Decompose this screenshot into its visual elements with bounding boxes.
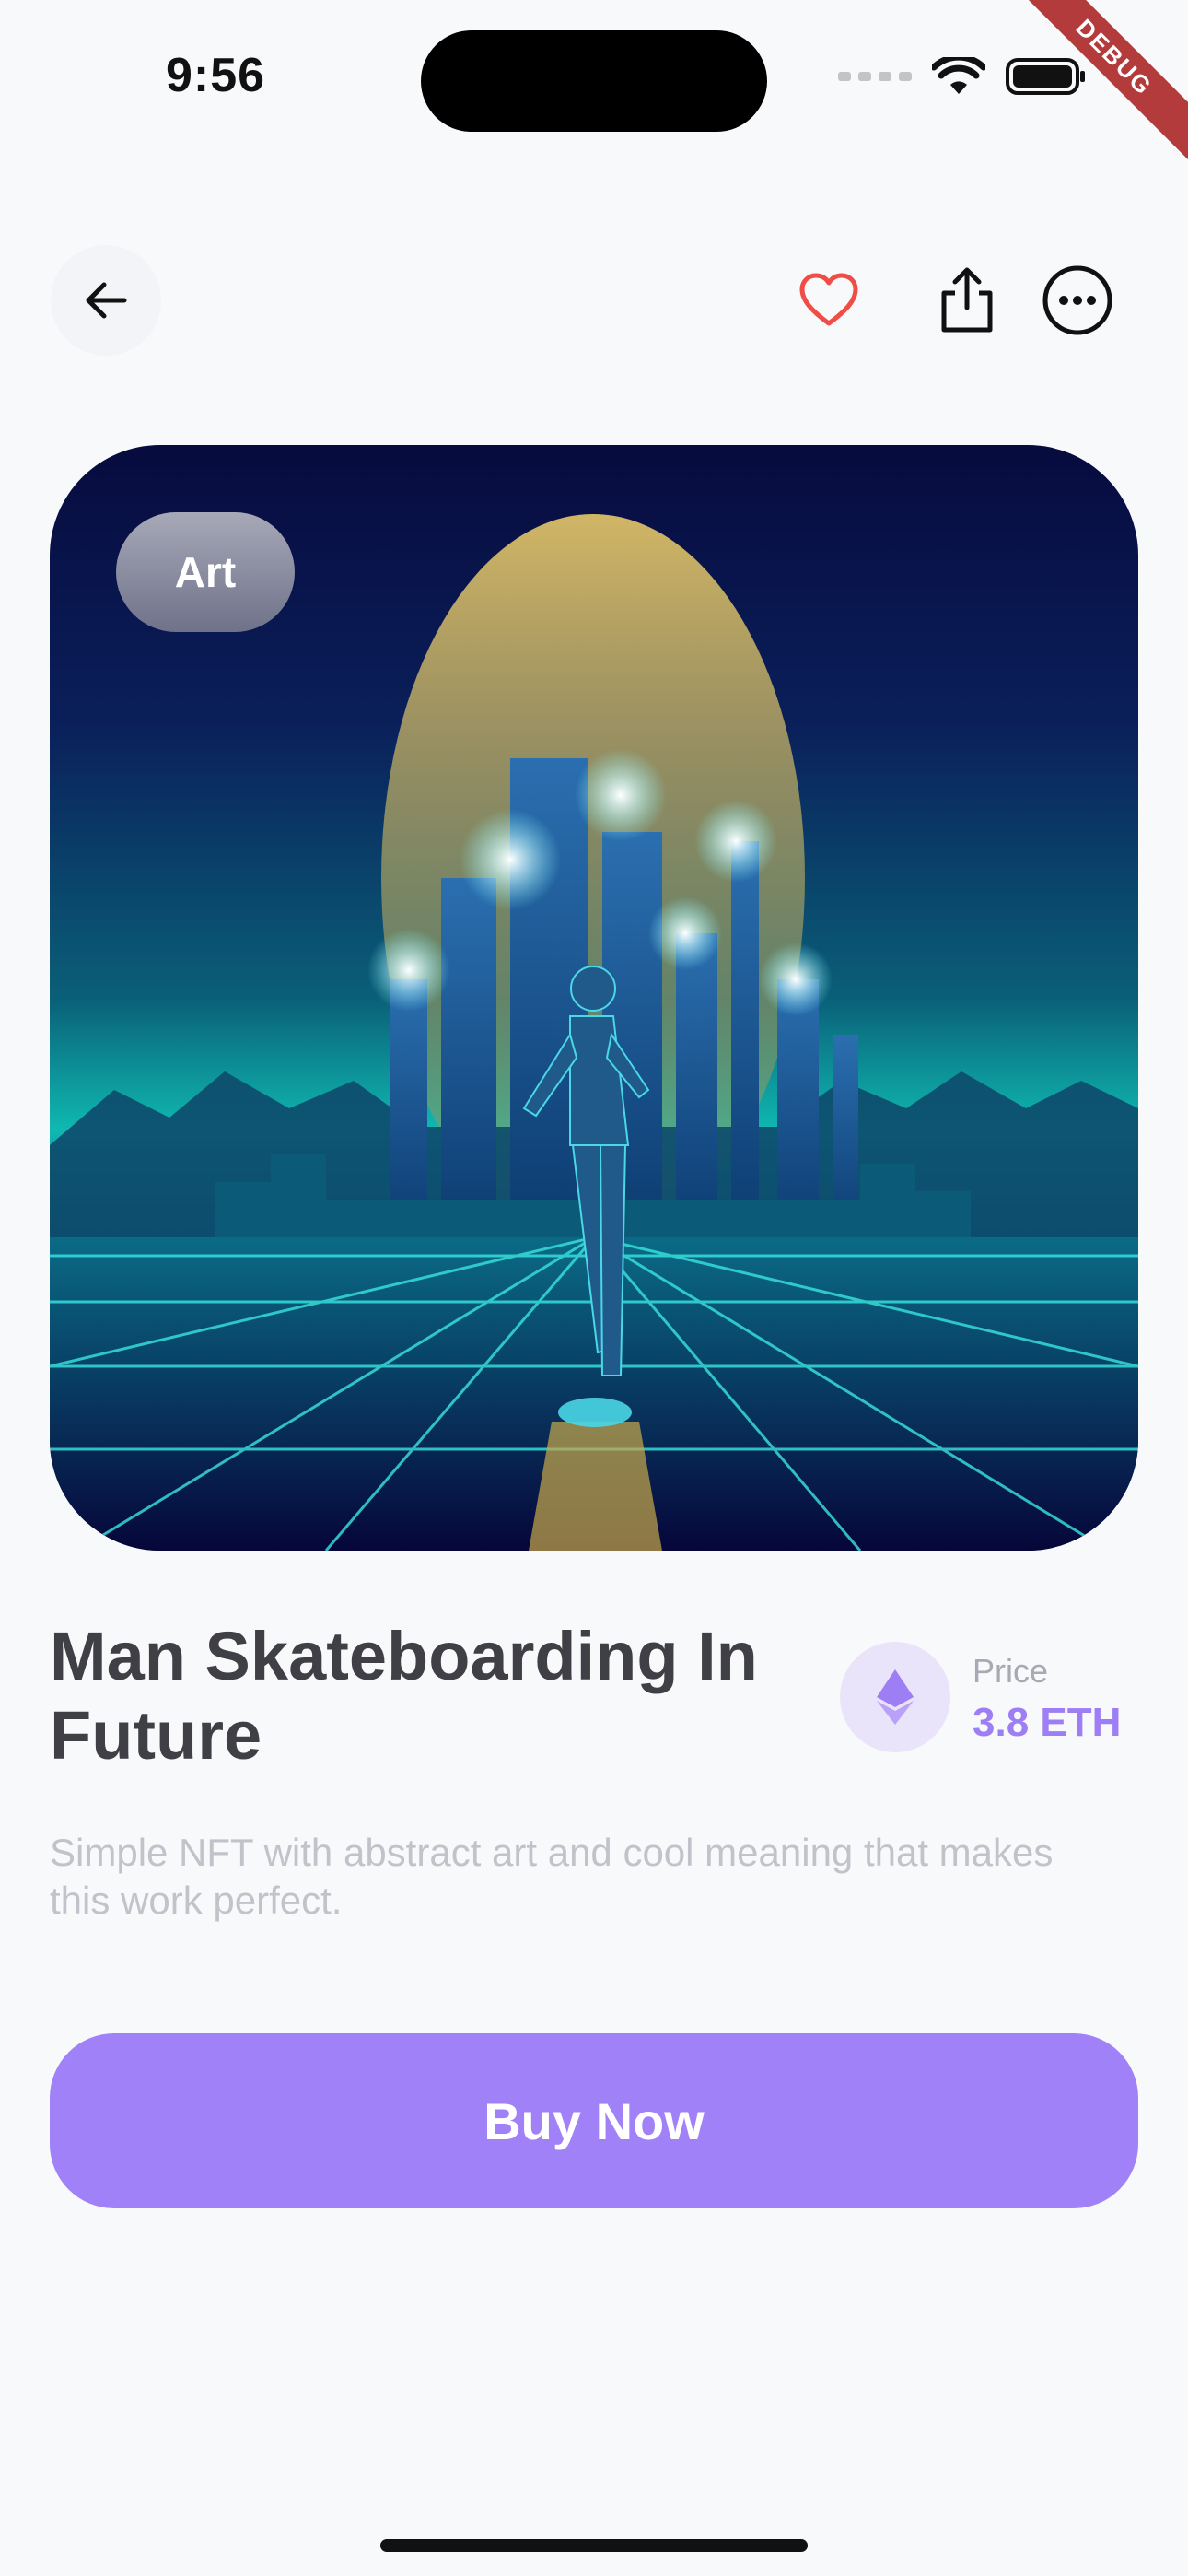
arrow-left-icon (86, 282, 127, 319)
more-button[interactable] (1022, 245, 1133, 356)
buy-now-button[interactable]: Buy Now (50, 2033, 1138, 2208)
wifi-icon (932, 57, 985, 94)
favorite-button[interactable] (774, 245, 884, 356)
share-icon (941, 267, 993, 333)
signal-icon (838, 72, 912, 81)
more-icon (1042, 265, 1112, 335)
nft-title: Man Skateboarding In Future (50, 1618, 758, 1774)
share-button[interactable] (912, 245, 1022, 356)
status-icons (838, 57, 1087, 96)
price-label: Price (973, 1652, 1049, 1690)
dynamic-island (421, 30, 767, 132)
status-time: 9:56 (166, 49, 266, 102)
nft-description: Simple NFT with abstract art and cool me… (50, 1831, 1054, 1922)
back-button[interactable] (51, 245, 161, 356)
category-tag: Art (116, 512, 295, 632)
ethereum-icon (877, 1669, 914, 1725)
heart-icon (799, 273, 858, 326)
currency-badge (840, 1642, 950, 1752)
home-indicator[interactable] (380, 2539, 808, 2552)
price-value: 3.8 ETH (973, 1700, 1122, 1745)
battery-icon (1006, 58, 1085, 95)
